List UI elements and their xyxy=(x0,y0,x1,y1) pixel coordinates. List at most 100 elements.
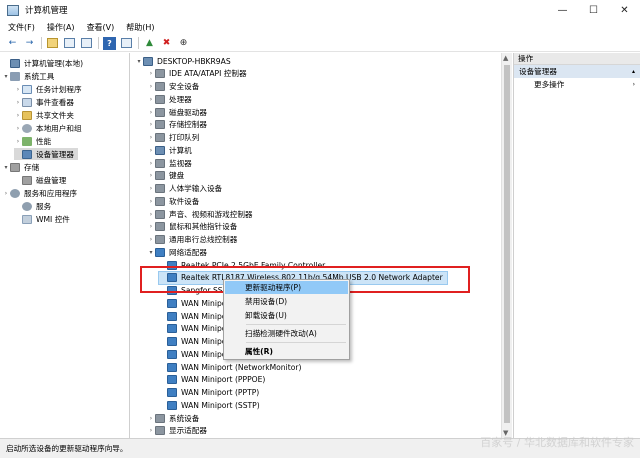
menu-file[interactable]: 文件(F) xyxy=(8,22,35,33)
menu-help[interactable]: 帮助(H) xyxy=(126,22,154,33)
device-category[interactable]: › 声音、视频和游戏控制器 xyxy=(147,208,253,220)
expander-icon[interactable]: › xyxy=(147,223,155,230)
expander-icon[interactable]: › xyxy=(147,83,155,90)
expander-icon[interactable]: › xyxy=(147,198,155,205)
device-category[interactable]: › 系统设备 xyxy=(147,412,199,424)
expander-icon[interactable]: › xyxy=(2,190,10,197)
expander-icon[interactable]: ▾ xyxy=(2,73,10,80)
device-item[interactable]: WAN Miniport (PPTP) xyxy=(159,387,259,399)
menu-disable-device[interactable]: 禁用设备(D) xyxy=(225,295,348,308)
forward-arrow-icon[interactable]: → xyxy=(23,37,36,50)
show-hide-action-pane-icon[interactable] xyxy=(120,37,133,50)
expander-icon[interactable]: › xyxy=(147,160,155,167)
device-category[interactable]: › 显示适配器 xyxy=(147,425,207,437)
device-category[interactable]: › 存储控制器 xyxy=(147,119,207,131)
device-tree-scrollbar[interactable]: ▲ ▼ xyxy=(501,53,512,438)
help-icon[interactable]: ? xyxy=(103,36,116,50)
collapse-caret-icon[interactable]: ▴ xyxy=(632,68,635,75)
expander-icon[interactable]: › xyxy=(147,109,155,116)
actions-header: 操作 xyxy=(514,53,640,65)
menu-update-driver[interactable]: 更新驱动程序(P) xyxy=(225,281,348,294)
expander-icon[interactable]: › xyxy=(14,138,22,145)
network-adapter-icon xyxy=(167,286,177,295)
menu-scan-hardware[interactable]: 扫描检测硬件改动(A) xyxy=(225,327,348,340)
device-category[interactable]: › 安全设备 xyxy=(147,81,199,93)
folder-up-icon[interactable] xyxy=(46,37,59,50)
nav-item[interactable]: › 服务和应用程序 xyxy=(2,187,81,199)
device-category[interactable]: › 软件设备 xyxy=(147,195,199,207)
close-button[interactable]: ✕ xyxy=(609,0,640,20)
expander-icon[interactable]: › xyxy=(147,134,155,141)
device-category[interactable]: › 计算机 xyxy=(147,144,192,156)
maximize-button[interactable]: ☐ xyxy=(578,0,609,20)
device-category[interactable]: › 鼠标和其他指针设备 xyxy=(147,221,237,233)
device-category[interactable]: › 通用串行总线控制器 xyxy=(147,234,237,246)
uninstall-device-icon[interactable]: ✖ xyxy=(160,37,173,50)
expander-icon[interactable]: › xyxy=(147,236,155,243)
expander-icon[interactable]: › xyxy=(14,99,22,106)
nav-item[interactable]: 设备管理器 xyxy=(14,148,78,160)
scan-hardware-icon[interactable]: ⊕ xyxy=(177,37,190,50)
expander-icon[interactable]: › xyxy=(147,427,155,434)
device-item[interactable]: WAN Miniport (NetworkMonitor) xyxy=(159,361,301,373)
nav-item[interactable]: › 共享文件夹 xyxy=(14,109,78,121)
device-item[interactable]: WAN Miniport (SSTP) xyxy=(159,399,260,411)
storage-controller-icon xyxy=(155,120,165,130)
nav-item[interactable]: › 任务计划程序 xyxy=(14,83,86,95)
expander-icon[interactable]: › xyxy=(147,121,155,128)
device-category[interactable]: ▾ DESKTOP-HBKR9AS xyxy=(135,55,231,67)
expander-icon[interactable]: › xyxy=(147,172,155,179)
expander-icon[interactable]: › xyxy=(147,96,155,103)
expander-icon[interactable]: › xyxy=(147,415,155,422)
nav-item[interactable]: 磁盘管理 xyxy=(14,174,70,186)
title-bar: 计算机管理 — ☐ ✕ xyxy=(0,0,640,20)
expander-icon[interactable]: › xyxy=(14,86,22,93)
toolbar: ← → ? ▲ ✖ ⊕ xyxy=(0,35,640,52)
show-hide-tree-icon[interactable] xyxy=(63,37,76,50)
update-driver-icon[interactable]: ▲ xyxy=(143,37,156,50)
more-actions-item[interactable]: 更多操作 › xyxy=(514,78,640,91)
nav-item[interactable]: › 事件查看器 xyxy=(14,96,78,108)
device-category[interactable]: › 键盘 xyxy=(147,170,184,182)
expander-icon[interactable]: › xyxy=(147,211,155,218)
menu-properties[interactable]: 属性(R) xyxy=(225,345,348,358)
actions-section-device-manager[interactable]: 设备管理器 ▴ xyxy=(514,65,640,78)
device-item[interactable]: WAN Miniport (PPPOE) xyxy=(159,374,265,386)
expander-icon[interactable]: › xyxy=(14,112,22,119)
expander-icon[interactable]: › xyxy=(14,125,22,132)
nav-item-label: 设备管理器 xyxy=(36,149,74,159)
device-category[interactable]: › 磁盘驱动器 xyxy=(147,106,207,118)
device-category[interactable]: ▾ 网络适配器 xyxy=(147,246,207,258)
scrollbar-thumb[interactable] xyxy=(504,65,510,423)
properties-icon[interactable] xyxy=(80,37,93,50)
menu-view[interactable]: 查看(V) xyxy=(87,22,115,33)
nav-item[interactable]: WMI 控件 xyxy=(14,213,74,225)
shared-folder-icon xyxy=(22,110,32,120)
nav-item[interactable]: ▾ 系统工具 xyxy=(2,70,58,82)
menu-uninstall-device[interactable]: 卸载设备(U) xyxy=(225,309,348,322)
nav-item[interactable]: 计算机管理(本地) xyxy=(2,57,87,69)
minimize-button[interactable]: — xyxy=(547,0,578,20)
nav-item[interactable]: 服务 xyxy=(14,200,55,212)
nav-item[interactable]: › 性能 xyxy=(14,135,55,147)
back-arrow-icon[interactable]: ← xyxy=(6,37,19,50)
device-category[interactable]: › 打印队列 xyxy=(147,132,199,144)
device-label: 存储控制器 xyxy=(169,120,207,130)
device-category[interactable]: › IDE ATA/ATAPI 控制器 xyxy=(147,68,247,80)
device-category[interactable]: › 人体学输入设备 xyxy=(147,183,222,195)
scroll-up-icon[interactable]: ▲ xyxy=(503,54,508,62)
device-category[interactable]: › 处理器 xyxy=(147,93,192,105)
performance-icon xyxy=(22,136,32,146)
nav-item[interactable]: ▾ 存储 xyxy=(2,161,43,173)
expander-icon[interactable]: › xyxy=(147,147,155,154)
device-category[interactable]: › 监视器 xyxy=(147,157,192,169)
expander-icon[interactable]: ▾ xyxy=(135,58,143,65)
expander-icon[interactable]: ▾ xyxy=(147,249,155,256)
nav-item[interactable]: › 本地用户和组 xyxy=(14,122,86,134)
expander-icon[interactable]: › xyxy=(147,185,155,192)
expander-icon[interactable]: › xyxy=(147,70,155,77)
menu-action[interactable]: 操作(A) xyxy=(47,22,75,33)
expander-icon[interactable]: ▾ xyxy=(2,164,10,171)
nav-item-label: 任务计划程序 xyxy=(36,84,82,94)
device-item[interactable]: Realtek PCIe 2.5GbE Family Controller xyxy=(159,259,325,271)
